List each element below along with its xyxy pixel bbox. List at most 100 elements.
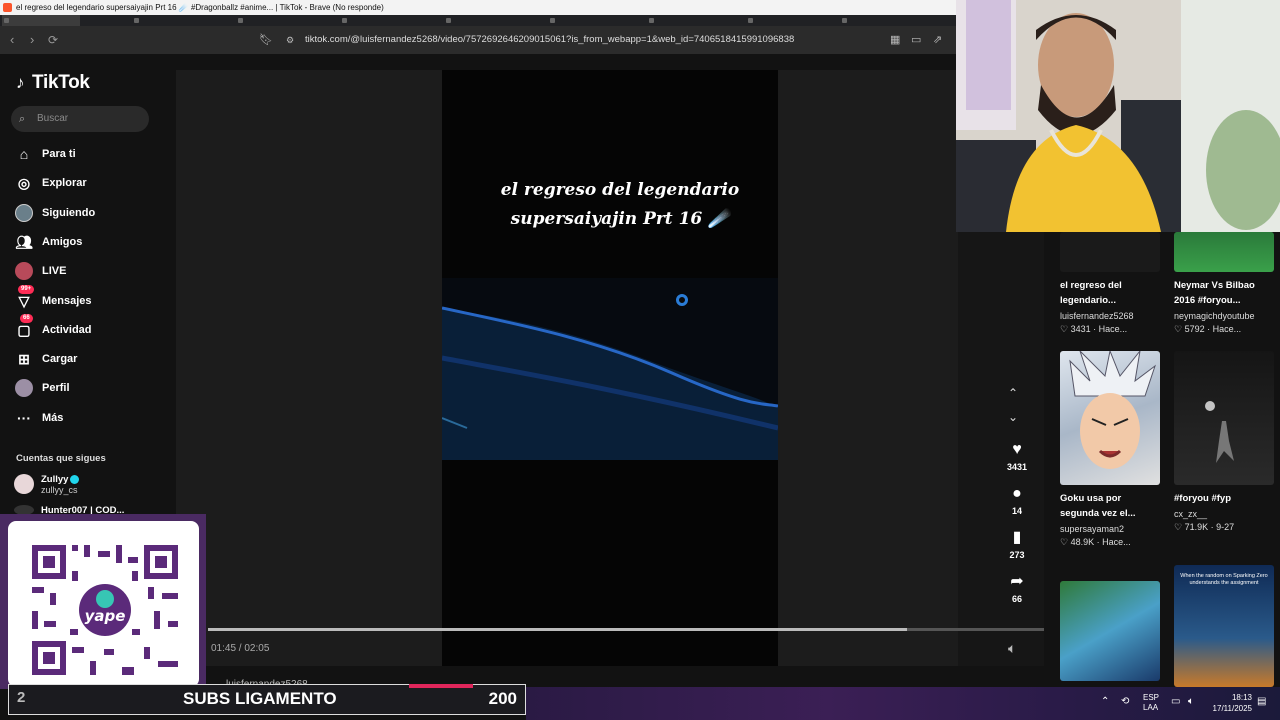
subs-current: 2 xyxy=(17,689,26,706)
speaker-icon[interactable]: 🔈︎ xyxy=(1188,696,1194,707)
notifications-icon[interactable]: ▤ xyxy=(1257,696,1266,707)
following-section-title: Cuentas que sigues xyxy=(16,453,106,464)
heart-icon: ♥ xyxy=(1012,441,1022,458)
compass-icon: ◎ xyxy=(17,174,31,191)
chevron-down-icon[interactable]: ⌄ xyxy=(1008,410,1018,424)
loading-spinner-icon xyxy=(676,294,688,306)
tiktok-note-icon: ♪ xyxy=(16,73,25,92)
share-arrow-icon: ➦ xyxy=(1010,573,1024,590)
nav-mas[interactable]: ··· Más xyxy=(14,407,63,429)
nav-siguiendo[interactable]: Siguiendo xyxy=(14,202,95,224)
subs-label: SUBS LIGAMENTO xyxy=(183,689,337,708)
rec-title[interactable]: #foryou #fyp xyxy=(1174,491,1274,506)
reader-mode-icon[interactable]: ▦ xyxy=(890,33,900,46)
search-input[interactable]: ⌕ Buscar xyxy=(11,106,149,132)
following-avatar-icon xyxy=(14,203,34,223)
nav-cargar[interactable]: ⊞ Cargar xyxy=(14,348,77,370)
video-caption: el regreso del legendario supersaiyajin … xyxy=(500,180,740,229)
rec-thumbnail[interactable] xyxy=(1060,232,1160,272)
tray-app-icon[interactable]: ⟲ xyxy=(1121,696,1129,707)
save-button[interactable]: ▮ 273 xyxy=(1000,529,1034,560)
recommendations-panel: el regreso del legendario... luisfernand… xyxy=(1044,232,1280,687)
upload-icon: ⊞ xyxy=(18,350,30,367)
browser-tab-active[interactable] xyxy=(2,15,80,26)
window-title: el regreso del legendario supersaiyajin … xyxy=(16,3,384,12)
activity-icon: ▢ 66 xyxy=(14,314,34,340)
more-icon: ··· xyxy=(17,410,31,426)
subs-goal-progress xyxy=(409,684,473,688)
tab-strip xyxy=(0,15,956,26)
browser-tab[interactable] xyxy=(746,15,836,26)
rec-user[interactable]: supersayaman2 xyxy=(1060,524,1124,534)
home-icon: ⌂ xyxy=(19,146,29,162)
video-time: 01:45 / 02:05 xyxy=(211,643,270,654)
bookmark-icon[interactable]: 🔖︎ xyxy=(259,33,273,46)
rec-stats: ♡ 71.9K · 9-27 xyxy=(1174,522,1235,532)
rec-stats: ♡ 48.9K · Hace... xyxy=(1060,537,1131,547)
address-bar: ‹ › ⟳ 🔖︎ ⚙ tiktok.com/@luisfernandez5268… xyxy=(0,26,956,54)
avatar xyxy=(14,474,34,494)
language-indicator[interactable]: ESP LAA xyxy=(1143,693,1159,713)
browser-tab[interactable] xyxy=(236,15,336,26)
nav-mensajes[interactable]: ▽ 99+ Mensajes xyxy=(14,285,92,312)
video-progress-fill xyxy=(208,628,907,631)
nav-perfil[interactable]: Perfil xyxy=(14,377,70,399)
streamer-webcam xyxy=(956,0,1280,232)
comment-button[interactable]: ● 14 xyxy=(1000,485,1034,516)
rec-title[interactable]: Neymar Vs Bilbao 2016 #foryou... xyxy=(1174,278,1274,308)
rec-title[interactable]: Goku usa por segunda vez el... xyxy=(1060,491,1160,521)
nav-explorar[interactable]: ◎ Explorar xyxy=(14,172,87,194)
browser-tab[interactable] xyxy=(548,15,643,26)
rec-thumbnail[interactable]: When the random on Sparking Zero underst… xyxy=(1174,565,1274,687)
messages-badge: 99+ xyxy=(18,285,35,294)
chevron-up-icon[interactable]: ⌃ xyxy=(1008,386,1018,400)
nav-amigos[interactable]: 👥︎ Amigos xyxy=(14,231,82,253)
live-icon xyxy=(14,261,34,281)
taskbar-clock[interactable]: 18:13 17/11/2025 xyxy=(1206,692,1252,714)
browser-tab[interactable] xyxy=(132,15,232,26)
window-title-bar: el regreso del legendario supersaiyajin … xyxy=(0,0,956,15)
rec-stats: ♡ 3431 · Hace... xyxy=(1060,324,1128,334)
site-info-icon[interactable]: ⚙ xyxy=(286,35,294,46)
browser-tab[interactable] xyxy=(444,15,544,26)
browser-tab[interactable] xyxy=(647,15,742,26)
rec-thumbnail[interactable] xyxy=(1060,351,1160,485)
messages-icon: ▽ 99+ xyxy=(14,285,35,311)
browser-tab[interactable] xyxy=(840,15,930,26)
forward-icon[interactable]: › xyxy=(30,32,34,47)
tray-chevron-up-icon[interactable]: ⌃ xyxy=(1101,696,1109,707)
rec-user[interactable]: cx_zx__ xyxy=(1174,509,1207,519)
rec-title[interactable]: el regreso del legendario... xyxy=(1060,278,1160,308)
volume-icon[interactable]: 🔈︎ xyxy=(1008,640,1016,657)
back-icon[interactable]: ‹ xyxy=(10,32,14,47)
rec-thumbnail[interactable] xyxy=(1060,581,1160,681)
rec-thumbnail-caption: When the random on Sparking Zero underst… xyxy=(1180,573,1268,586)
rec-stats: ♡ 5792 · Hace... xyxy=(1174,324,1242,334)
url-field[interactable]: tiktok.com/@luisfernandez5268/video/7572… xyxy=(305,34,794,45)
video-blur-right xyxy=(778,70,958,666)
rec-thumbnail[interactable] xyxy=(1174,351,1274,485)
windows-taskbar xyxy=(526,687,1280,720)
nav-live[interactable]: LIVE xyxy=(14,260,66,282)
video-clip-image xyxy=(442,278,778,460)
following-account[interactable]: Zullyy zullyy_cs xyxy=(14,474,80,495)
rec-user[interactable]: luisfernandez5268 xyxy=(1060,311,1134,321)
comment-icon: ● xyxy=(1012,485,1022,502)
cast-icon[interactable]: ▭ xyxy=(911,33,921,46)
nav-para-ti[interactable]: ⌂ Para ti xyxy=(14,143,76,165)
yape-qr-code: yape xyxy=(8,521,199,687)
profile-icon xyxy=(14,378,34,398)
tiktok-logo[interactable]: ♪ TikTok xyxy=(16,72,90,94)
network-icon[interactable]: ▭ xyxy=(1171,696,1180,707)
share-icon[interactable]: ⇗ xyxy=(933,33,942,46)
nav-actividad[interactable]: ▢ 66 Actividad xyxy=(14,314,92,341)
rec-thumbnail[interactable] xyxy=(1174,232,1274,272)
brave-logo-icon xyxy=(3,3,12,12)
browser-tab[interactable] xyxy=(340,15,440,26)
rec-user[interactable]: neymagichdyoutube xyxy=(1174,311,1255,321)
friends-icon: 👥︎ xyxy=(15,233,33,250)
like-button[interactable]: ♥ 3431 xyxy=(1000,441,1034,472)
share-button[interactable]: ➦ 66 xyxy=(1000,573,1034,604)
video-blur-left xyxy=(176,70,442,666)
reload-icon[interactable]: ⟳ xyxy=(48,33,58,47)
